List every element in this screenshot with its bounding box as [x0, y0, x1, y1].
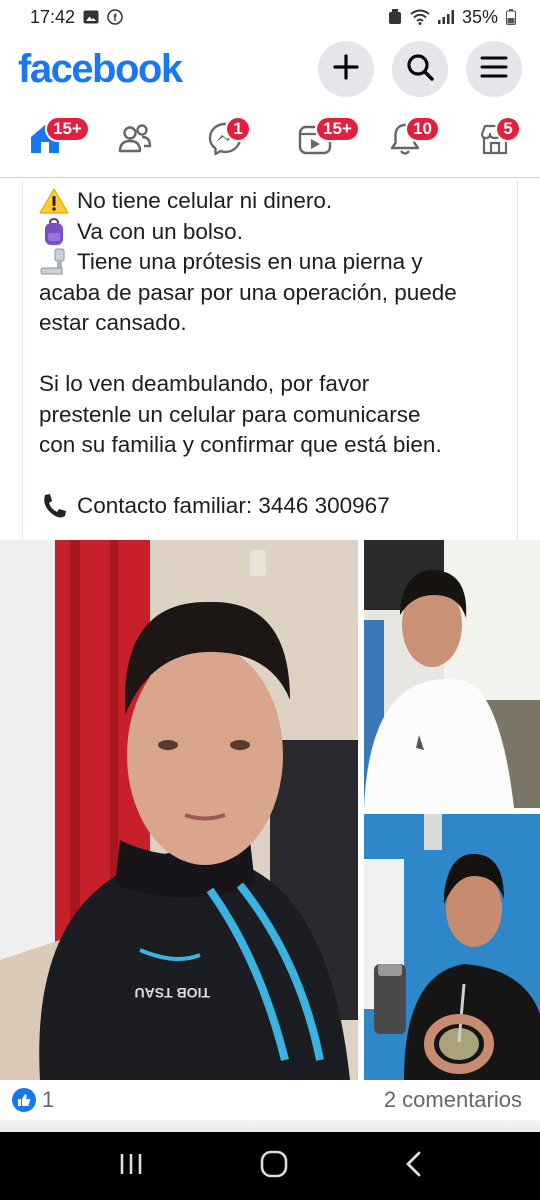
app-header: facebook	[0, 34, 540, 104]
post-line: Va con un bolso.	[39, 217, 517, 248]
post-line: prestenle un celular para comunicarse	[39, 400, 517, 431]
tab-notifications[interactable]: 10	[375, 112, 440, 172]
post-line: acaba de pasar por una operación, puede	[39, 278, 517, 309]
menu-button[interactable]	[466, 41, 522, 97]
tab-home[interactable]: 15+	[15, 112, 90, 172]
photo-top-right[interactable]	[364, 540, 540, 808]
post-line-text: prestenle un celular para comunicarse	[39, 401, 421, 427]
prosthetic-leg-icon	[39, 248, 71, 276]
alarm-icon	[388, 9, 402, 25]
home-button-icon[interactable]	[260, 1150, 288, 1183]
post-line-text: Va con un bolso.	[77, 218, 243, 244]
svg-text:TIOB TSAU: TIOB TSAU	[135, 985, 210, 1001]
post-line-text: Si lo ven deambulando, por favor	[39, 371, 370, 396]
reactions-bar: 1 2 comentarios	[0, 1080, 540, 1120]
photo-bottom-right[interactable]	[364, 814, 540, 1080]
facebook-notification-icon: f	[107, 9, 123, 25]
post-text: No tiene celular ni dinero. Va con un bo…	[22, 180, 518, 540]
tab-messenger-badge: 1	[225, 115, 251, 142]
post-line-text: con su familia y confirmar que está bien…	[39, 432, 442, 457]
telephone-icon	[39, 492, 71, 520]
main-tabs: 15+ 1 15+ 10 5	[0, 106, 540, 178]
post-line-text: No tiene celular ni dinero.	[77, 188, 333, 213]
tab-home-badge: 15+	[45, 115, 90, 142]
search-icon	[406, 53, 434, 86]
contact-text[interactable]: Contacto familiar: 3446 300967	[77, 491, 390, 522]
status-bar: 17:42 f 35%	[0, 0, 540, 34]
contact-line: Contacto familiar: 3446 300967	[39, 491, 517, 522]
post-line: estar cansado.	[39, 308, 517, 339]
gallery-icon	[83, 10, 99, 24]
tab-marketplace[interactable]: 5	[465, 112, 525, 172]
battery-percent: 35%	[461, 6, 498, 27]
friends-icon	[117, 122, 153, 161]
post-photos: TIOB TSAU	[0, 540, 540, 1080]
tab-notifications-badge: 10	[405, 115, 440, 142]
post-line-text: acaba de pasar por una operación, puede	[39, 279, 457, 305]
backpack-icon	[39, 217, 71, 246]
like-icon	[12, 1088, 36, 1112]
post-line-text: estar cansado.	[39, 310, 187, 335]
tab-video[interactable]: 15+	[285, 112, 360, 172]
tab-messenger[interactable]: 1	[195, 112, 255, 172]
search-button[interactable]	[392, 41, 448, 97]
comments-count[interactable]: 2 comentarios	[384, 1087, 522, 1113]
post-line: No tiene celular ni dinero.	[39, 186, 517, 217]
wifi-icon	[410, 9, 430, 25]
recent-apps-icon[interactable]	[118, 1152, 144, 1181]
facebook-logo[interactable]: facebook	[18, 47, 183, 92]
tab-friends[interactable]	[105, 112, 165, 172]
menu-icon	[480, 55, 508, 84]
tab-marketplace-badge: 5	[495, 115, 521, 142]
tab-video-badge: 15+	[315, 115, 360, 142]
photo-main[interactable]: TIOB TSAU	[0, 540, 358, 1080]
system-nav-bar	[0, 1132, 540, 1200]
post-line: Tiene una prótesis en una pierna y	[39, 247, 517, 278]
back-icon[interactable]	[404, 1151, 422, 1182]
battery-icon	[506, 9, 516, 25]
post-line: Si lo ven deambulando, por favor	[39, 369, 517, 400]
signal-icon	[437, 10, 454, 24]
post-line-text: Tiene una prótesis en una pierna y	[77, 249, 423, 274]
svg-text:f: f	[113, 13, 117, 24]
status-time: 17:42	[30, 6, 76, 27]
create-button[interactable]	[318, 41, 374, 97]
plus-icon	[333, 53, 359, 85]
warning-icon	[39, 187, 71, 215]
post-line: con su familia y confirmar que está bien…	[39, 430, 517, 461]
like-count: 1	[42, 1087, 55, 1112]
like-summary[interactable]: 1	[12, 1087, 54, 1113]
